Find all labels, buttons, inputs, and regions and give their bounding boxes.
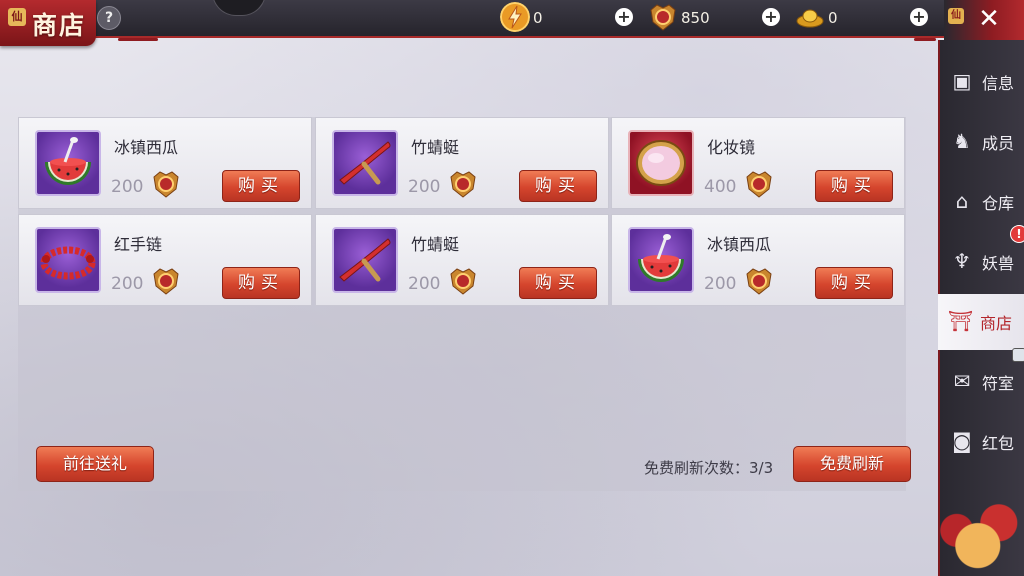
item-price: 200 bbox=[408, 274, 441, 294]
shop-item-card: 竹蜻蜓 200 购买 bbox=[315, 117, 609, 209]
item-icon-frame bbox=[35, 227, 101, 293]
talisman-icon: ✉ bbox=[953, 369, 971, 393]
sidebar-item-members[interactable]: ♞ 成员 bbox=[940, 114, 1024, 170]
item-name: 竹蜻蜓 bbox=[411, 138, 460, 157]
sidebar-item-warehouse[interactable]: ⌂ 仓库 bbox=[940, 174, 1024, 230]
add-lightning-button[interactable]: + bbox=[615, 8, 633, 26]
sidebar: ▣ 信息 ♞ 成员 ⌂ 仓库 ! ♆ 妖兽 ⛩ 商店 ✉ 符室 ◙ 红包 bbox=[938, 40, 1024, 576]
title-seal-icon: 仙 bbox=[8, 8, 26, 26]
item-name: 冰镇西瓜 bbox=[114, 138, 179, 157]
help-button[interactable]: ? bbox=[97, 6, 121, 30]
beast-icon: ♆ bbox=[953, 249, 971, 273]
buy-button[interactable]: 购买 bbox=[222, 170, 300, 202]
info-icon: ▣ bbox=[952, 69, 972, 93]
lightning-coin-icon bbox=[500, 2, 530, 32]
shop-item-card: 冰镇西瓜 200 购买 bbox=[611, 214, 905, 306]
currency-value: 850 bbox=[681, 9, 710, 27]
sidebar-item-label: 成员 bbox=[982, 134, 1015, 153]
buy-button[interactable]: 购买 bbox=[222, 267, 300, 299]
sidebar-item-shop[interactable]: ⛩ 商店 bbox=[938, 294, 1024, 350]
item-price: 200 bbox=[408, 177, 441, 197]
buy-button[interactable]: 购买 bbox=[519, 170, 597, 202]
item-icon-frame bbox=[628, 227, 694, 293]
buy-button[interactable]: 购买 bbox=[519, 267, 597, 299]
item-icon-frame bbox=[628, 130, 694, 196]
red-packet-icon: ◙ bbox=[952, 429, 972, 453]
sidebar-item-info[interactable]: ▣ 信息 bbox=[940, 54, 1024, 110]
divider bbox=[914, 38, 936, 41]
seal-icon: 仙 bbox=[948, 8, 964, 24]
watermelon-icon bbox=[45, 137, 91, 185]
sidebar-item-beast[interactable]: ! ♆ 妖兽 bbox=[940, 225, 1024, 290]
medal-coin-icon bbox=[650, 4, 676, 31]
item-name: 红手链 bbox=[114, 235, 163, 254]
item-name: 冰镇西瓜 bbox=[707, 235, 772, 254]
sidebar-item-red-packet[interactable]: ◙ 红包 bbox=[940, 414, 1024, 470]
free-refresh-count: 免费刷新次数：3/3 bbox=[644, 459, 774, 477]
top-ornament-icon bbox=[212, 0, 266, 16]
add-gold-button[interactable]: + bbox=[910, 8, 928, 26]
alert-badge: ! bbox=[1010, 225, 1024, 243]
item-icon-frame bbox=[332, 130, 398, 196]
title-plate: 仙 商店 bbox=[0, 0, 96, 46]
item-name: 化妆镜 bbox=[707, 138, 756, 157]
free-refresh-button[interactable]: 免费刷新 bbox=[793, 446, 911, 482]
red-bracelet-icon bbox=[40, 246, 96, 280]
close-button[interactable]: ✕ bbox=[974, 4, 1004, 34]
watermelon-icon bbox=[638, 234, 684, 282]
add-medal-button[interactable]: + bbox=[762, 8, 780, 26]
shop-item-card: 红手链 200 购买 bbox=[18, 214, 312, 306]
warehouse-icon: ⌂ bbox=[955, 189, 969, 213]
members-icon: ♞ bbox=[953, 129, 971, 153]
item-icon-frame bbox=[35, 130, 101, 196]
medal-coin-icon bbox=[746, 268, 772, 295]
item-name: 竹蜻蜓 bbox=[411, 235, 460, 254]
top-bar: 仙 商店 ? 0 + 850 + 0 + 仙 ✕ bbox=[0, 0, 1024, 46]
sidebar-item-label: 商店 bbox=[980, 314, 1013, 333]
sidebar-item-talisman[interactable]: ✉ 符室 bbox=[940, 348, 1024, 410]
close-plate: 仙 ✕ bbox=[944, 0, 1024, 40]
sidebar-item-label: 妖兽 bbox=[982, 254, 1015, 273]
medal-coin-icon bbox=[153, 268, 179, 295]
currency-value: 0 bbox=[533, 9, 543, 27]
shop-item-card: 化妆镜 400 购买 bbox=[611, 117, 905, 209]
shop-item-card: 冰镇西瓜 200 购买 bbox=[18, 117, 312, 209]
medal-coin-icon bbox=[746, 171, 772, 198]
item-icon-frame bbox=[332, 227, 398, 293]
medal-coin-icon bbox=[153, 171, 179, 198]
go-gift-button[interactable]: 前往送礼 bbox=[36, 446, 154, 482]
currency-gold: 0 bbox=[795, 2, 915, 32]
currency-medal: 850 bbox=[648, 2, 768, 32]
sidebar-item-label: 仓库 bbox=[982, 194, 1015, 213]
bamboo-dragonfly-icon bbox=[339, 238, 391, 282]
sidebar-item-label: 红包 bbox=[982, 434, 1015, 453]
shop-item-card: 竹蜻蜓 200 购买 bbox=[315, 214, 609, 306]
gold-ingot-icon bbox=[796, 9, 824, 28]
item-price: 200 bbox=[111, 177, 144, 197]
mirror-icon bbox=[636, 140, 686, 186]
tiger-mascot-icon bbox=[940, 500, 1024, 576]
sidebar-item-label: 信息 bbox=[982, 74, 1015, 93]
item-price: 200 bbox=[704, 274, 737, 294]
medal-coin-icon bbox=[450, 268, 476, 295]
item-price: 200 bbox=[111, 274, 144, 294]
buy-button[interactable]: 购买 bbox=[815, 170, 893, 202]
buy-button[interactable]: 购买 bbox=[815, 267, 893, 299]
page-title: 商店 bbox=[32, 11, 87, 40]
currency-value: 0 bbox=[828, 9, 838, 27]
divider bbox=[118, 38, 158, 41]
lock-icon bbox=[1012, 348, 1024, 362]
bamboo-dragonfly-icon bbox=[339, 141, 391, 185]
medal-coin-icon bbox=[450, 171, 476, 198]
sidebar-item-label: 符室 bbox=[982, 374, 1015, 393]
shop-icon: ⛩ bbox=[948, 309, 974, 333]
item-price: 400 bbox=[704, 177, 737, 197]
